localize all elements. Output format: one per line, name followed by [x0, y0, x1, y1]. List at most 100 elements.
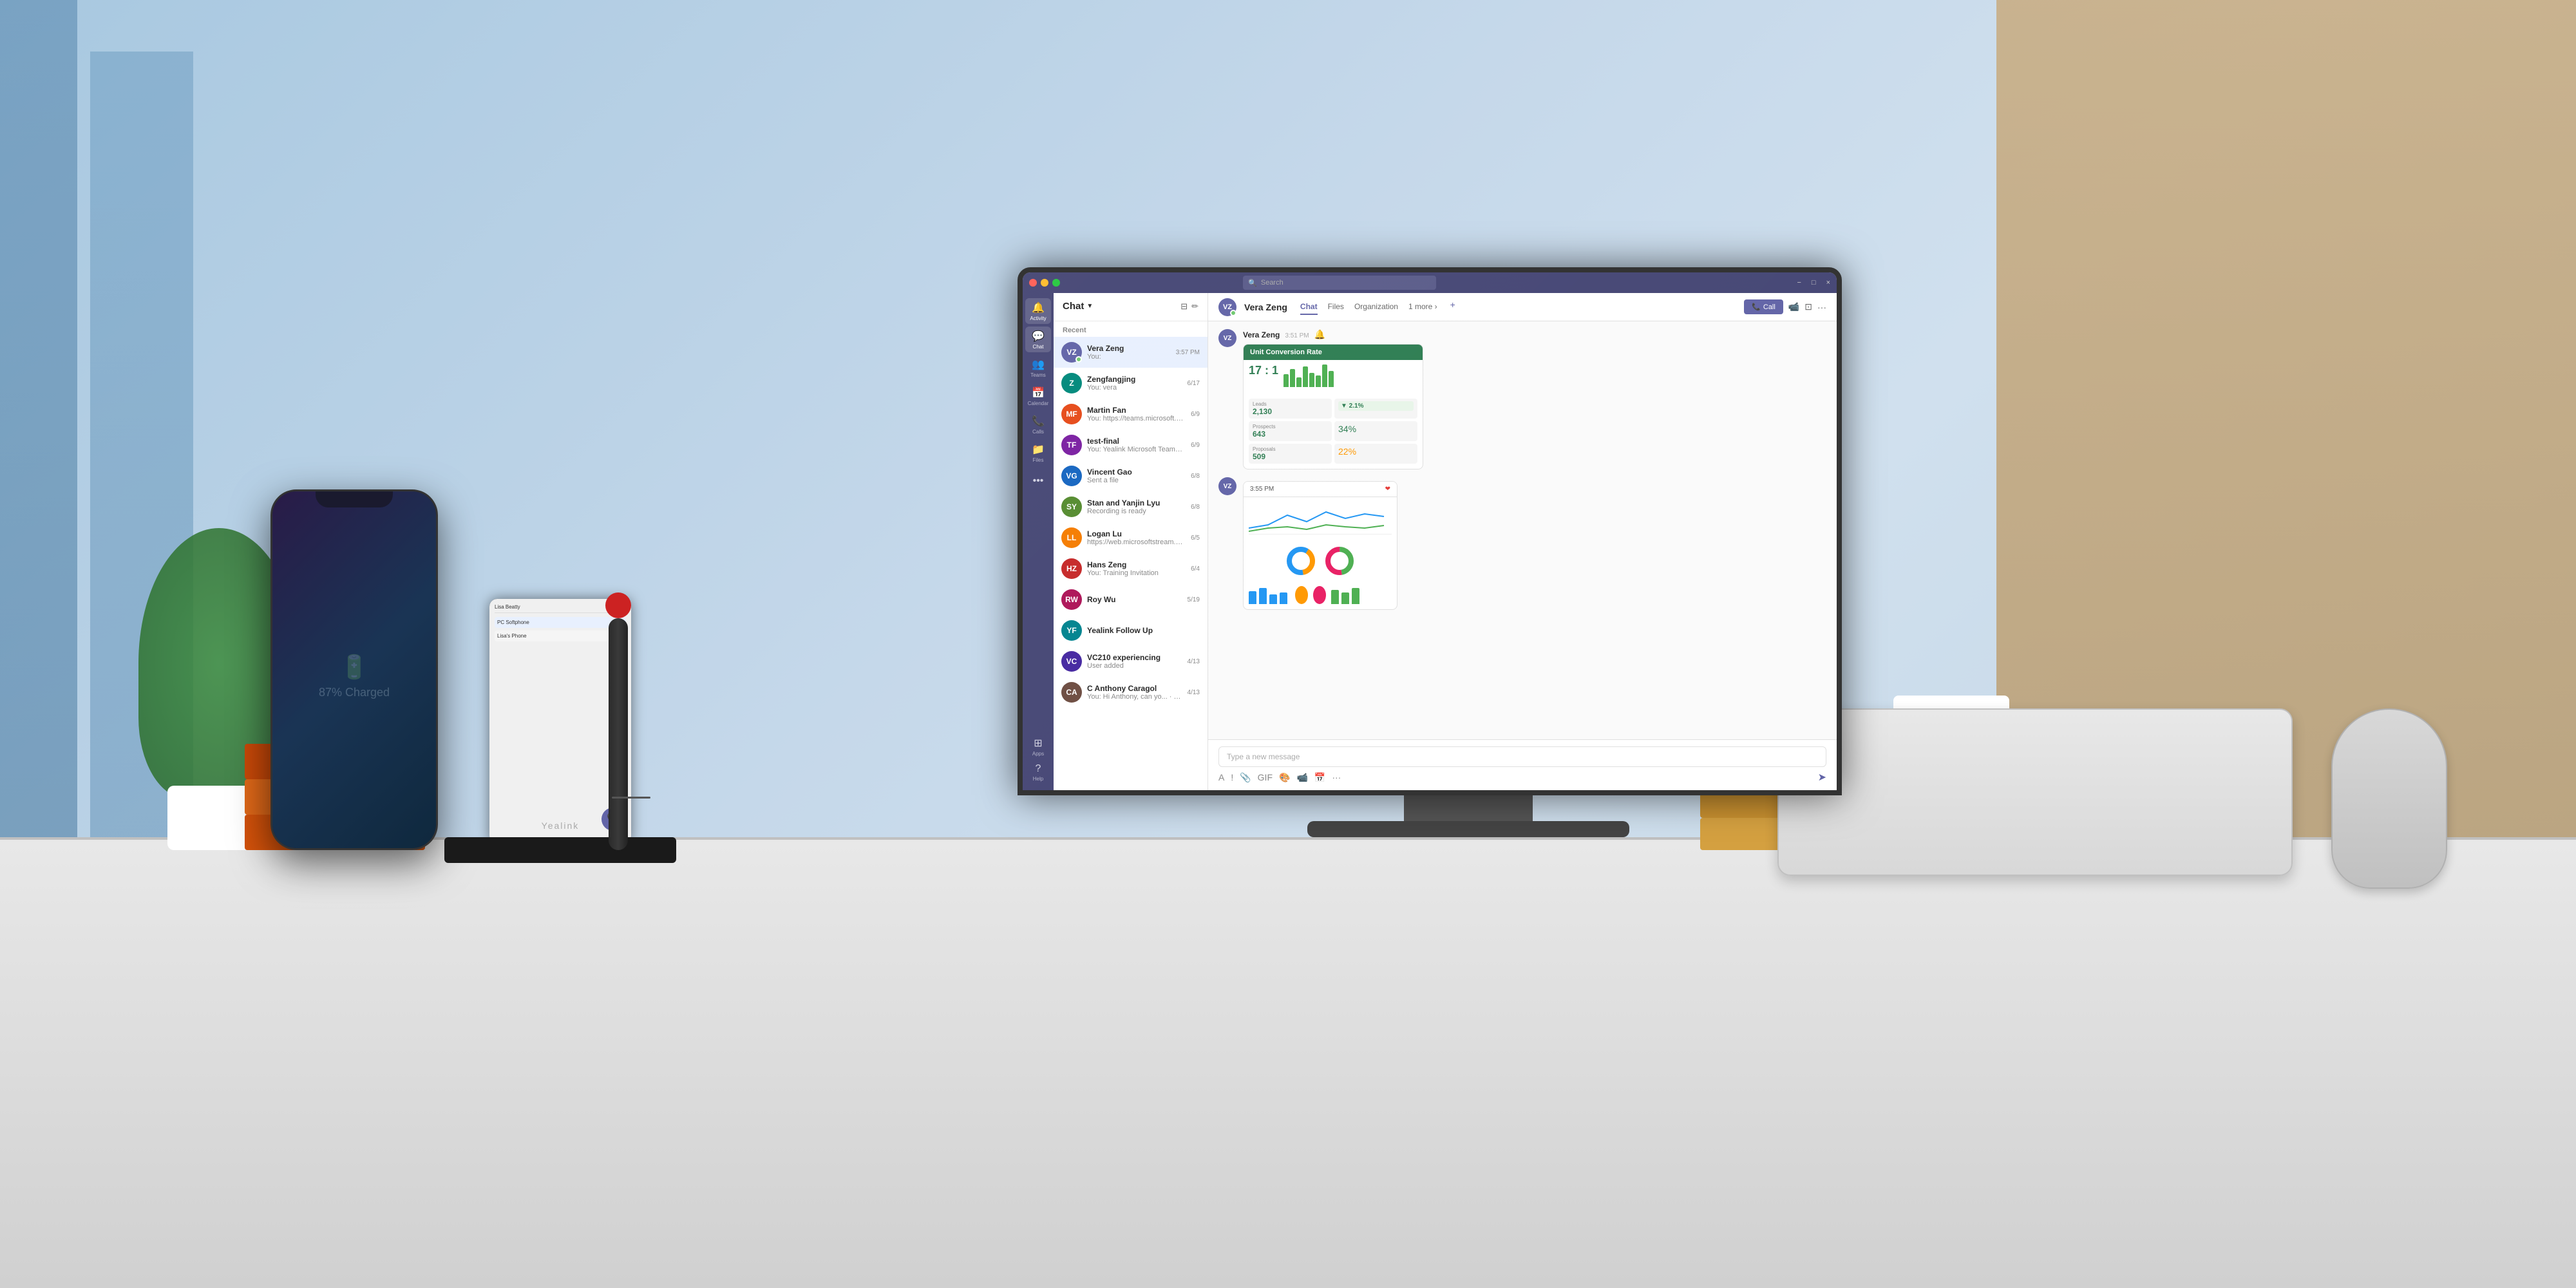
chat-item-preview: You: Training Invitation	[1087, 569, 1186, 577]
chat-item-info: Zengfangjing You: vera	[1087, 375, 1182, 392]
stat-proposals-label: Proposals	[1253, 446, 1328, 452]
restore-icon[interactable]: □	[1812, 279, 1816, 287]
chat-list-item[interactable]: VG Vincent Gao Sent a file 6/8	[1054, 460, 1208, 491]
chat-item-name: Roy Wu	[1087, 595, 1182, 604]
stat-4: 22%	[1334, 444, 1417, 464]
more-options-icon[interactable]: ···	[1817, 302, 1826, 312]
chat-item-info: Yealink Follow Up	[1087, 626, 1195, 635]
recent-label: Recent	[1054, 321, 1208, 337]
screen-share-icon[interactable]: ⊡	[1804, 301, 1812, 312]
close-icon[interactable]: ×	[1826, 279, 1830, 287]
tab-files[interactable]: Files	[1328, 299, 1344, 315]
attach-icon[interactable]: 📎	[1240, 772, 1251, 783]
dashboard-card-1: Unit Conversion Rate 17 : 1	[1243, 344, 1423, 469]
msg-avatar-1: VZ	[1218, 329, 1236, 347]
bbar-2	[1259, 588, 1267, 604]
mouse	[2331, 708, 2447, 889]
sidebar-item-files[interactable]: 📁 Files	[1025, 440, 1051, 466]
chat-list-item[interactable]: RW Roy Wu 5/19	[1054, 584, 1208, 615]
sticker-icon[interactable]: 🎨	[1279, 772, 1290, 783]
bar-4	[1303, 366, 1308, 387]
bbar-6	[1341, 592, 1349, 604]
msg-author-1: Vera Zeng	[1243, 330, 1280, 339]
call-button[interactable]: 📞 📞 Call Call	[1744, 299, 1783, 314]
meet-icon[interactable]: 📹	[1296, 772, 1307, 783]
chat-list-item[interactable]: CA C Anthony Caragol You: Hi Anthony, ca…	[1054, 677, 1208, 708]
send-icon[interactable]: ➤	[1818, 771, 1826, 784]
chat-list-item[interactable]: VZ Vera Zeng You: 3:57 PM	[1054, 337, 1208, 368]
bbar-4	[1280, 592, 1287, 604]
donut-2	[1323, 545, 1356, 577]
sidebar-item-help[interactable]: ? Help	[1025, 759, 1051, 785]
chat-item-info: Vincent Gao Sent a file	[1087, 468, 1186, 484]
chat-item-name: Vincent Gao	[1087, 468, 1186, 477]
msg-meta-1: Vera Zeng 3:51 PM 🔔	[1243, 329, 1826, 340]
sidebar-item-calendar[interactable]: 📅 Calendar	[1025, 383, 1051, 409]
tab-organization[interactable]: Organization	[1354, 299, 1398, 315]
chat-list-item[interactable]: MF Martin Fan You: https://teams.microso…	[1054, 399, 1208, 430]
schedule-icon[interactable]: 📅	[1314, 772, 1325, 783]
chat-item-preview: Sent a file	[1087, 477, 1186, 484]
gif-icon[interactable]: GIF	[1258, 772, 1273, 782]
chat-list-item[interactable]: Z Zengfangjing You: vera 6/17	[1054, 368, 1208, 399]
iphone-wallpaper	[272, 491, 436, 848]
add-tab-icon[interactable]: +	[1450, 299, 1455, 315]
main-contact-name: Vera Zeng	[1244, 302, 1287, 312]
chat-list-item[interactable]: HZ Hans Zeng You: Training Invitation 6/…	[1054, 553, 1208, 584]
sidebar-item-calls[interactable]: 📞 Calls	[1025, 412, 1051, 437]
bbar-1	[1249, 591, 1256, 604]
chat-avatar: VG	[1061, 466, 1082, 486]
chat-list-item[interactable]: SY Stan and Yanjin Lyu Recording is read…	[1054, 491, 1208, 522]
msg-time-1: 3:51 PM	[1285, 332, 1309, 339]
stat-prospects-value: 643	[1253, 430, 1328, 439]
emoji-icon[interactable]: !	[1231, 772, 1233, 782]
chat-item-time: 6/8	[1191, 473, 1200, 480]
chat-item-info: C Anthony Caragol You: Hi Anthony, can y…	[1087, 684, 1182, 701]
line-chart-svg	[1249, 502, 1390, 535]
tab-chat[interactable]: Chat	[1300, 299, 1318, 315]
chat-item-name: VC210 experiencing	[1087, 653, 1182, 662]
chat-list: VZ Vera Zeng You: 3:57 PM Z Zengfangjing…	[1054, 337, 1208, 790]
stat-proposals: Proposals 509	[1249, 444, 1332, 464]
message-input-box[interactable]: Type a new message	[1218, 746, 1826, 767]
chat-item-info: Hans Zeng You: Training Invitation	[1087, 560, 1186, 577]
search-bar[interactable]: 🔍 Search	[1243, 276, 1436, 290]
close-btn[interactable]	[1029, 279, 1037, 287]
chat-list-item[interactable]: VC VC210 experiencing User added 4/13	[1054, 646, 1208, 677]
video-icon[interactable]: 📹	[1788, 301, 1799, 312]
chat-item-time: 6/17	[1188, 380, 1200, 387]
minimize-btn[interactable]	[1041, 279, 1048, 287]
dashboard-card-2: 3:55 PM ❤	[1243, 481, 1397, 610]
main-ratio: 17 : 1	[1249, 364, 1278, 390]
format-icon[interactable]: A	[1218, 772, 1224, 782]
chat-item-info: Stan and Yanjin Lyu Recording is ready	[1087, 498, 1186, 515]
message-input-area: Type a new message A ! 📎 GIF 🎨 📹 📅 ··· ➤	[1208, 739, 1837, 790]
sidebar-item-more[interactable]: •••	[1025, 468, 1051, 494]
sidebar-item-activity[interactable]: 🔔 Activity	[1025, 298, 1051, 324]
chat-item-time: 6/9	[1191, 411, 1200, 418]
more-tools-icon[interactable]: ···	[1332, 772, 1341, 782]
card2-header: 3:55 PM ❤	[1244, 482, 1397, 497]
chat-item-time: 6/9	[1191, 442, 1200, 449]
compose-icon[interactable]: ✏	[1191, 301, 1198, 312]
chat-item-preview: Recording is ready	[1087, 507, 1186, 515]
chat-item-info: Martin Fan You: https://teams.microsoft.…	[1087, 406, 1186, 422]
tab-more[interactable]: 1 more ›	[1408, 299, 1437, 315]
sidebar-item-chat[interactable]: 💬 Chat	[1025, 327, 1051, 352]
chat-item-preview: You: https://teams.microsoft.com/...	[1087, 415, 1186, 422]
filter-icon[interactable]: ⊟	[1180, 301, 1188, 312]
chat-item-time: 6/4	[1191, 565, 1200, 573]
chat-item-name: Logan Lu	[1087, 529, 1186, 538]
chat-panel-title: Chat ▼	[1063, 301, 1093, 312]
chat-list-item[interactable]: YF Yealink Follow Up	[1054, 615, 1208, 646]
sidebar-item-apps[interactable]: ⊞ Apps	[1025, 734, 1051, 759]
iphone-notch	[316, 491, 393, 507]
maximize-btn[interactable]	[1052, 279, 1060, 287]
mic-body	[609, 618, 628, 850]
chat-list-item[interactable]: LL Logan Lu https://web.microsoftstream.…	[1054, 522, 1208, 553]
chat-item-time: 3:57 PM	[1176, 349, 1200, 356]
minimize-icon[interactable]: −	[1797, 279, 1801, 287]
sidebar-item-teams[interactable]: 👥 Teams	[1025, 355, 1051, 381]
chat-list-item[interactable]: TF test-final You: Yealink Microsoft Tea…	[1054, 430, 1208, 460]
monitor-stand	[1404, 795, 1533, 821]
